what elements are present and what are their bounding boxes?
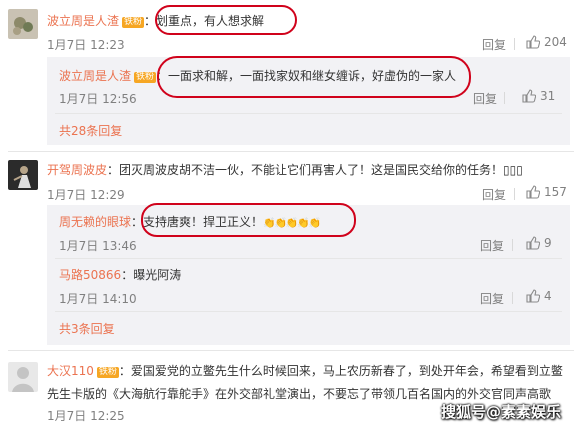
- comment-header: 大汉110 铁粉 ：爱国爱党的立鳖先生什么时候回来，马上农历新春了，到处开年会，希望…: [47, 362, 563, 379]
- username-link[interactable]: 大汉110: [47, 364, 94, 378]
- like-count: 157: [544, 185, 567, 199]
- highlight-oval: [141, 203, 356, 237]
- reply-text: ：曝光阿涛: [121, 268, 182, 282]
- reply-divider: [55, 258, 562, 259]
- action-divider: [512, 239, 513, 251]
- action-divider: [514, 38, 515, 50]
- comment-divider: [8, 151, 574, 152]
- like-button[interactable]: 157: [526, 185, 567, 199]
- reply-button[interactable]: 回复: [482, 186, 506, 203]
- reply-divider: [55, 311, 562, 312]
- reply-time: 1月7日 13:46: [59, 239, 137, 253]
- comment-header: 开驾周波皮：团灭周波皮胡不洁一伙，不能让它们再害人了！这是国民交给你的任务！▯▯…: [47, 161, 523, 178]
- username-link[interactable]: 波立周是人渣: [59, 69, 131, 83]
- highlight-oval: [157, 56, 471, 98]
- like-button[interactable]: 9: [526, 236, 552, 250]
- comment-time: 1月7日 12:29: [47, 188, 125, 202]
- more-replies-link[interactable]: 共28条回复: [59, 122, 122, 139]
- reply-button[interactable]: 回复: [480, 237, 504, 254]
- reply-divider: [55, 113, 562, 114]
- username-link[interactable]: 开驾周波皮: [47, 163, 107, 177]
- avatar[interactable]: [8, 9, 38, 39]
- avatar[interactable]: [8, 362, 38, 392]
- comment-divider: [8, 350, 574, 351]
- comment-time: 1月7日 12:23: [47, 38, 125, 52]
- like-button[interactable]: 204: [526, 35, 567, 49]
- highlight-oval: [155, 5, 297, 35]
- username-link[interactable]: 周无赖的眼球: [59, 215, 131, 229]
- thumbs-up-icon: [526, 35, 540, 49]
- like-count: 4: [544, 289, 552, 303]
- iron-fan-badge: 铁粉: [122, 17, 145, 28]
- action-divider: [514, 188, 515, 200]
- action-divider: [504, 92, 505, 104]
- like-count: 31: [540, 89, 556, 103]
- like-button[interactable]: 4: [526, 289, 552, 303]
- avatar[interactable]: [8, 160, 38, 190]
- reply-header: 马路50866：曝光阿涛: [59, 266, 181, 283]
- comment-text: ：团灭周波皮胡不洁一伙，不能让它们再害人了！这是国民交给你的任务！▯▯▯: [107, 163, 523, 177]
- like-count: 9: [544, 236, 552, 250]
- comment-text-continued: 先生卡版的《大海航行靠舵手》在外交部礼堂演出，不要忘了带领几百名国内的外交官同声…: [47, 387, 552, 401]
- iron-fan-badge: 铁粉: [134, 72, 157, 83]
- reply-time: 1月7日 14:10: [59, 292, 137, 306]
- reply-button[interactable]: 回复: [480, 290, 504, 307]
- like-count: 204: [544, 35, 567, 49]
- reply-time: 1月7日 12:56: [59, 92, 137, 106]
- thumbs-up-icon: [526, 289, 540, 303]
- thumbs-up-icon: [526, 236, 540, 250]
- watermark: 搜狐号@素素娱乐: [441, 403, 562, 421]
- like-button[interactable]: 31: [522, 89, 555, 103]
- action-divider: [512, 292, 513, 304]
- more-replies-link[interactable]: 共3条回复: [59, 320, 115, 337]
- iron-fan-badge: 铁粉: [96, 367, 119, 378]
- username-link[interactable]: 波立周是人渣: [47, 14, 119, 28]
- thumbs-up-icon: [526, 185, 540, 199]
- comment-text: ：爱国爱党的立鳖先生什么时候回来，马上农历新春了，到处开年会，希望看到立鳖: [118, 364, 563, 378]
- reply-button[interactable]: 回复: [473, 90, 497, 107]
- comment-time: 1月7日 12:25: [47, 409, 125, 423]
- thumbs-up-icon: [522, 89, 536, 103]
- reply-button[interactable]: 回复: [482, 36, 506, 53]
- username-link[interactable]: 马路50866: [59, 268, 121, 282]
